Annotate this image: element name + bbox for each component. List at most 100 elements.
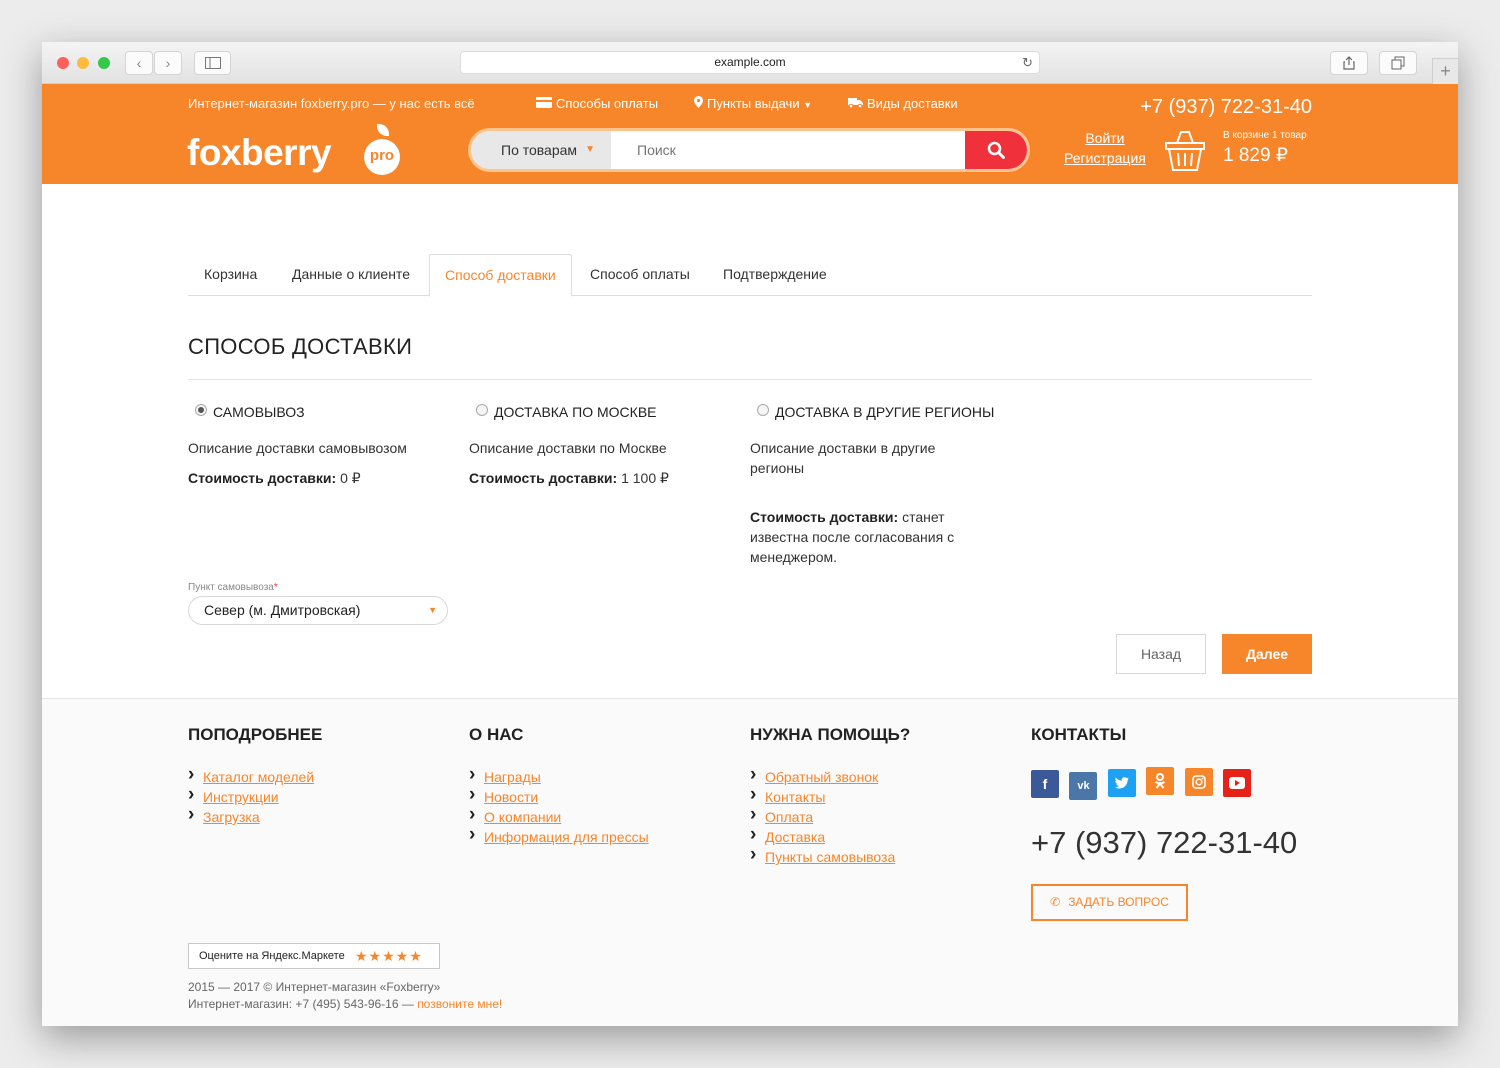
- minimize-window-button[interactable]: [77, 57, 89, 69]
- chevron-down-icon: ▼: [428, 605, 437, 615]
- footer-col-more: ПОПОДРОБНЕЕ Каталог моделей Инструкции З…: [188, 725, 322, 827]
- zoom-window-button[interactable]: [98, 57, 110, 69]
- call-me-link[interactable]: позвоните мне!: [417, 997, 502, 1011]
- browser-window: ‹ › example.com ↻ + Интернет-магазин fox…: [42, 42, 1458, 1026]
- divider: [188, 379, 1312, 380]
- footer-phone[interactable]: +7 (937) 722-31-40: [1031, 825, 1297, 861]
- checkout-content: Корзина Данные о клиенте Способ доставки…: [42, 184, 1458, 698]
- footer-link-news[interactable]: Новости: [469, 785, 649, 807]
- cost-label: Стоимость доставки:: [188, 470, 337, 486]
- share-icon[interactable]: [1330, 51, 1368, 75]
- footer-link-downloads[interactable]: Загрузка: [188, 805, 322, 827]
- browser-toolbar: ‹ › example.com ↻ +: [42, 42, 1458, 84]
- search-button[interactable]: [965, 131, 1027, 169]
- search-icon: [987, 141, 1005, 159]
- tabs-icon[interactable]: [1379, 51, 1417, 75]
- footer-link-catalog[interactable]: Каталог моделей: [188, 765, 322, 787]
- footer-link-press[interactable]: Информация для прессы: [469, 825, 649, 847]
- step-confirmation[interactable]: Подтверждение: [723, 254, 827, 296]
- step-cart[interactable]: Корзина: [204, 254, 257, 296]
- footer-link-awards[interactable]: Награды: [469, 765, 649, 787]
- step-client-data[interactable]: Данные о клиенте: [292, 254, 410, 296]
- footer-link-delivery[interactable]: Доставка: [750, 825, 910, 847]
- copyright-block: 2015 — 2017 © Интернет-магазин «Foxberry…: [188, 979, 502, 1013]
- site-logo[interactable]: foxberry: [187, 132, 332, 174]
- nav-pickup-label: Пункты выдачи: [707, 96, 800, 111]
- option-title: САМОВЫВОЗ: [213, 404, 305, 420]
- footer-link-callback[interactable]: Обратный звонок: [750, 765, 910, 787]
- site-header: Интернет-магазин foxberry.pro — у нас ес…: [42, 84, 1458, 184]
- option-cost: Стоимость доставки: 1 100 ₽: [469, 468, 699, 488]
- rating-badge-text: Оцените на Яндекс.Маркете: [199, 950, 345, 962]
- option-description: Описание доставки по Москве: [469, 440, 667, 456]
- nav-delivery-label: Виды доставки: [867, 96, 958, 111]
- ask-question-button[interactable]: ✆ ЗАДАТЬ ВОПРОС: [1031, 884, 1188, 921]
- twitter-icon[interactable]: [1107, 769, 1136, 797]
- regions-radio[interactable]: [757, 404, 769, 416]
- pickup-point-select[interactable]: Север (м. Дмитровская) ▼: [188, 596, 448, 625]
- cart-summary[interactable]: В корзине 1 товар 1 829 ₽: [1223, 130, 1307, 167]
- footer-col-title: НУЖНА ПОМОЩЬ?: [750, 725, 911, 744]
- option-cost: Стоимость доставки: 0 ₽: [188, 468, 418, 488]
- card-icon: [536, 96, 552, 111]
- nav-pickup-link[interactable]: Пункты выдачи ▼: [694, 96, 812, 111]
- footer-col-title: ПОПОДРОБНЕЕ: [188, 725, 323, 744]
- option-cost: Стоимость доставки: станет известна посл…: [750, 507, 965, 567]
- login-link[interactable]: Войти: [1064, 128, 1146, 148]
- logo-leaf-icon: [377, 124, 389, 136]
- social-links: f vk: [1031, 767, 1257, 800]
- moscow-radio[interactable]: [476, 404, 488, 416]
- close-window-button[interactable]: [57, 57, 69, 69]
- footer-col-help: НУЖНА ПОМОЩЬ? Обратный звонок Контакты О…: [750, 725, 910, 867]
- forward-arrow-icon[interactable]: ›: [154, 51, 182, 75]
- cost-label: Стоимость доставки:: [750, 509, 899, 525]
- logo-pro-badge: pro: [364, 139, 400, 175]
- footer-link-payment[interactable]: Оплата: [750, 805, 910, 827]
- footer-col-contacts: КОНТАКТЫ: [1031, 725, 1126, 767]
- option-description: Описание доставки самовывозом: [188, 440, 407, 456]
- step-delivery-method[interactable]: Способ доставки: [429, 254, 572, 297]
- footer-link-contacts[interactable]: Контакты: [750, 785, 910, 807]
- header-phone[interactable]: +7 (937) 722-31-40: [1140, 96, 1312, 119]
- location-pin-icon: [694, 96, 703, 111]
- step-payment-method[interactable]: Способ оплаты: [590, 254, 690, 296]
- nav-delivery-link[interactable]: Виды доставки: [848, 96, 958, 111]
- search-input[interactable]: [611, 131, 965, 169]
- cost-value: 1 100 ₽: [621, 470, 669, 486]
- new-tab-icon[interactable]: +: [1432, 58, 1458, 84]
- pickup-point-value: Север (м. Дмитровская): [204, 602, 361, 618]
- register-link[interactable]: Регистрация: [1064, 148, 1146, 168]
- phone-icon: ✆: [1050, 895, 1061, 909]
- chevron-down-icon: ▼: [585, 144, 595, 155]
- site-footer: ПОПОДРОБНЕЕ Каталог моделей Инструкции З…: [42, 698, 1458, 1026]
- nav-payment-link[interactable]: Способы оплаты: [536, 96, 658, 111]
- search-category-label: По товарам: [501, 142, 578, 158]
- reload-icon[interactable]: ↻: [1022, 52, 1033, 73]
- vk-icon[interactable]: vk: [1069, 772, 1098, 800]
- yandex-market-rating-badge[interactable]: Оцените на Яндекс.Маркете ★★★★★: [188, 943, 440, 969]
- footer-link-company[interactable]: О компании: [469, 805, 649, 827]
- pickup-radio[interactable]: [195, 404, 207, 416]
- instagram-icon[interactable]: [1184, 768, 1213, 796]
- odnoklassniki-icon[interactable]: [1146, 767, 1175, 795]
- back-arrow-icon[interactable]: ‹: [125, 51, 153, 75]
- cost-value: 0 ₽: [340, 470, 361, 486]
- search-category-select[interactable]: По товарам ▼: [471, 131, 611, 169]
- site-tagline: Интернет-магазин foxberry.pro — у нас ес…: [188, 96, 475, 111]
- chevron-down-icon: ▼: [803, 100, 813, 110]
- cart-count-label: В корзине 1 товар: [1223, 130, 1307, 141]
- cost-label: Стоимость доставки:: [469, 470, 618, 486]
- footer-link-instructions[interactable]: Инструкции: [188, 785, 322, 807]
- facebook-icon[interactable]: f: [1031, 770, 1059, 798]
- next-button[interactable]: Далее: [1222, 634, 1312, 674]
- option-description: Описание доставки в другие регионы: [750, 440, 936, 476]
- youtube-icon[interactable]: [1223, 769, 1252, 797]
- ask-question-label: ЗАДАТЬ ВОПРОС: [1068, 895, 1169, 909]
- option-title: ДОСТАВКА ПО МОСКВЕ: [494, 404, 657, 420]
- copyright-text: 2015 — 2017 © Интернет-магазин «Foxberry…: [188, 980, 441, 994]
- address-bar[interactable]: example.com ↻: [460, 51, 1040, 74]
- sidebar-toggle-icon[interactable]: [194, 51, 231, 75]
- back-button[interactable]: Назад: [1116, 634, 1206, 674]
- footer-link-pickup-points[interactable]: Пункты самовывоза: [750, 845, 910, 867]
- basket-icon[interactable]: [1164, 129, 1206, 173]
